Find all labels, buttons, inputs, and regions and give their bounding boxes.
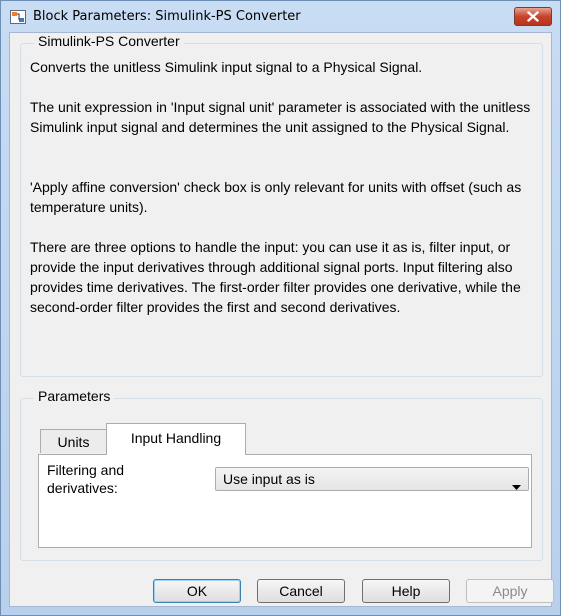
- filtering-dropdown[interactable]: Use input as is: [215, 467, 529, 491]
- close-icon: [527, 11, 539, 22]
- filtering-dropdown-value: Use input as is: [223, 471, 315, 487]
- tab-input-handling[interactable]: Input Handling: [106, 423, 246, 455]
- filtering-label: Filtering and derivatives:: [47, 462, 125, 496]
- title-bar[interactable]: Block Parameters: Simulink-PS Converter: [1, 1, 560, 32]
- simulink-block-icon: [10, 10, 26, 24]
- help-button[interactable]: Help: [362, 579, 450, 603]
- ok-button[interactable]: OK: [153, 579, 241, 603]
- close-button[interactable]: [514, 7, 552, 26]
- description-group-title: Simulink-PS Converter: [34, 33, 184, 49]
- window-title: Block Parameters: Simulink-PS Converter: [33, 9, 301, 24]
- description-paragraph: 'Apply affine conversion' check box is o…: [30, 179, 522, 215]
- cancel-button[interactable]: Cancel: [257, 579, 345, 603]
- tab-units[interactable]: Units: [40, 429, 107, 453]
- description-paragraph: Converts the unitless Simulink input sig…: [30, 59, 423, 75]
- description-paragraph: The unit expression in 'Input signal uni…: [30, 99, 531, 135]
- parameters-group-title: Parameters: [34, 388, 115, 404]
- description-paragraph: There are three options to handle the in…: [30, 239, 521, 315]
- apply-button[interactable]: Apply: [466, 579, 554, 603]
- dialog-window: Block Parameters: Simulink-PS Converter …: [0, 0, 561, 616]
- input-handling-panel: Filtering and derivatives: Use input as …: [38, 454, 532, 548]
- dialog-body: Simulink-PS Converter Converts the unitl…: [9, 32, 554, 607]
- chevron-down-icon: [512, 477, 521, 493]
